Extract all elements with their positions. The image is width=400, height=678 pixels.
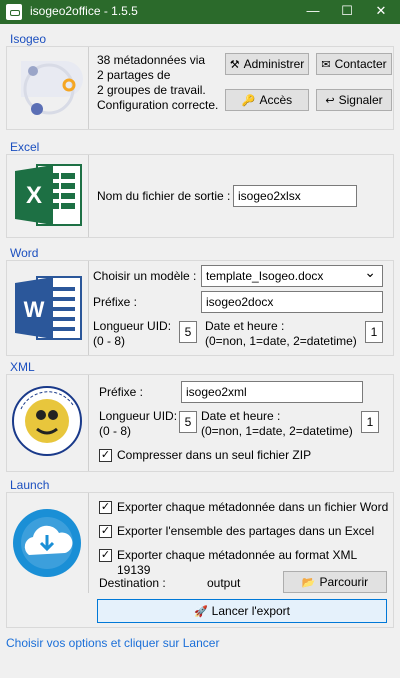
- export-excel-label: Exporter l'ensemble des partages dans un…: [117, 524, 375, 538]
- envelope-icon: ✉: [321, 58, 331, 71]
- excel-frame: X Nom du fichier de sortie : isogeo2xlsx: [6, 154, 394, 238]
- launch-logo: [7, 493, 89, 593]
- status-message: Choisir vos options et cliquer sur Lance…: [6, 636, 220, 650]
- word-date-hint: (0=non, 1=date, 2=datetime): [205, 334, 357, 348]
- isogeo-section-label: Isogeo: [10, 32, 47, 46]
- word-uid-field[interactable]: 5: [179, 321, 197, 343]
- export-excel-checkbox[interactable]: ✓: [99, 525, 112, 538]
- xml-prefix-label: Préfixe :: [99, 385, 144, 399]
- admin-button[interactable]: ⚒ Administrer: [225, 53, 309, 75]
- word-icon: W: [15, 276, 82, 340]
- isogeo-info-line4: Configuration correcte.: [97, 98, 219, 112]
- export-word-label: Exporter chaque métadonnée dans un fichi…: [117, 500, 389, 514]
- export-xml-checkbox[interactable]: ✓: [99, 549, 112, 562]
- excel-section-label: Excel: [10, 140, 40, 154]
- xml-uid-range: (0 - 8): [99, 424, 132, 438]
- admin-button-label: Administrer: [243, 57, 305, 71]
- excel-icon: X: [15, 164, 82, 226]
- contact-button-label: Contacter: [334, 57, 387, 71]
- svg-text:X: X: [26, 182, 42, 209]
- close-button[interactable]: ✕: [364, 0, 398, 24]
- minimize-button[interactable]: —: [296, 0, 330, 24]
- word-model-select[interactable]: template_Isogeo.docx: [201, 264, 383, 287]
- word-uid-label: Longueur UID:: [93, 319, 172, 333]
- launch-frame: ✓ Exporter chaque métadonnée dans un fic…: [6, 492, 394, 628]
- xml-prefix-field[interactable]: isogeo2xml: [181, 381, 363, 403]
- launch-export-button[interactable]: 🚀 Lancer l'export: [97, 599, 387, 623]
- word-prefix-label: Préfixe :: [93, 295, 138, 309]
- access-button[interactable]: 🔑 Accès: [225, 89, 309, 111]
- word-date-field[interactable]: 1: [365, 321, 383, 343]
- xml-date-label: Date et heure :: [201, 409, 281, 423]
- xml-frame: Préfixe : isogeo2xml Longueur UID: (0 - …: [6, 374, 394, 472]
- share-icon: ↩: [325, 94, 335, 107]
- destination-value: output: [207, 576, 241, 590]
- xml-uid-field[interactable]: 5: [179, 411, 197, 433]
- xml-zip-label: Compresser dans un seul fichier ZIP: [117, 448, 312, 462]
- browse-button[interactable]: 📂 Parcourir: [283, 571, 387, 593]
- xml-uid-label: Longueur UID:: [99, 409, 178, 423]
- title-bar: isogeo2office - 1.5.5 — ☐ ✕: [0, 0, 400, 24]
- key-icon: 🔑: [241, 94, 256, 107]
- app-icon: [6, 4, 22, 20]
- xml-date-field[interactable]: 1: [361, 411, 379, 433]
- folder-icon: 📂: [301, 576, 316, 589]
- isogeo-frame: 38 métadonnées via 2 partages de 2 group…: [6, 46, 394, 130]
- access-button-label: Accès: [259, 93, 293, 107]
- word-logo: W: [7, 261, 89, 355]
- inspire-icon: [12, 386, 82, 456]
- word-uid-range: (0 - 8): [93, 334, 126, 348]
- cloud-download-icon: [13, 509, 81, 577]
- word-date-label: Date et heure :: [205, 319, 285, 333]
- xml-zip-checkbox[interactable]: ✓: [99, 449, 112, 462]
- word-section-label: Word: [10, 246, 39, 260]
- inspire-logo: [7, 375, 89, 471]
- svg-text:W: W: [24, 297, 45, 322]
- isogeo-info-line3: 2 groupes de travail.: [97, 83, 206, 97]
- isogeo-logo-icon: [21, 61, 83, 115]
- report-button-label: Signaler: [338, 93, 383, 107]
- isogeo-info-line1: 38 métadonnées via: [97, 53, 206, 67]
- browse-button-label: Parcourir: [319, 575, 369, 589]
- excel-output-label: Nom du fichier de sortie :: [97, 189, 231, 203]
- word-frame: W Choisir un modèle : template_Isogeo.do…: [6, 260, 394, 356]
- contact-button[interactable]: ✉ Contacter: [316, 53, 392, 75]
- xml-section-label: XML: [10, 360, 35, 374]
- tools-icon: ⚒: [229, 58, 240, 71]
- excel-logo: X: [7, 155, 89, 237]
- window-title: isogeo2office - 1.5.5: [30, 4, 138, 18]
- launch-export-label: Lancer l'export: [211, 604, 291, 618]
- launch-section-label: Launch: [10, 478, 50, 492]
- maximize-button[interactable]: ☐: [330, 0, 364, 24]
- word-model-label: Choisir un modèle :: [93, 269, 197, 283]
- rocket-icon: 🚀: [193, 605, 208, 618]
- isogeo-info-line2: 2 partages de: [97, 68, 171, 82]
- word-prefix-field[interactable]: isogeo2docx: [201, 291, 383, 313]
- xml-date-hint: (0=non, 1=date, 2=datetime): [201, 424, 353, 438]
- excel-output-field[interactable]: isogeo2xlsx: [233, 185, 357, 207]
- destination-label: Destination :: [99, 576, 166, 590]
- export-word-checkbox[interactable]: ✓: [99, 501, 112, 514]
- report-button[interactable]: ↩ Signaler: [316, 89, 392, 111]
- isogeo-logo: [7, 47, 89, 129]
